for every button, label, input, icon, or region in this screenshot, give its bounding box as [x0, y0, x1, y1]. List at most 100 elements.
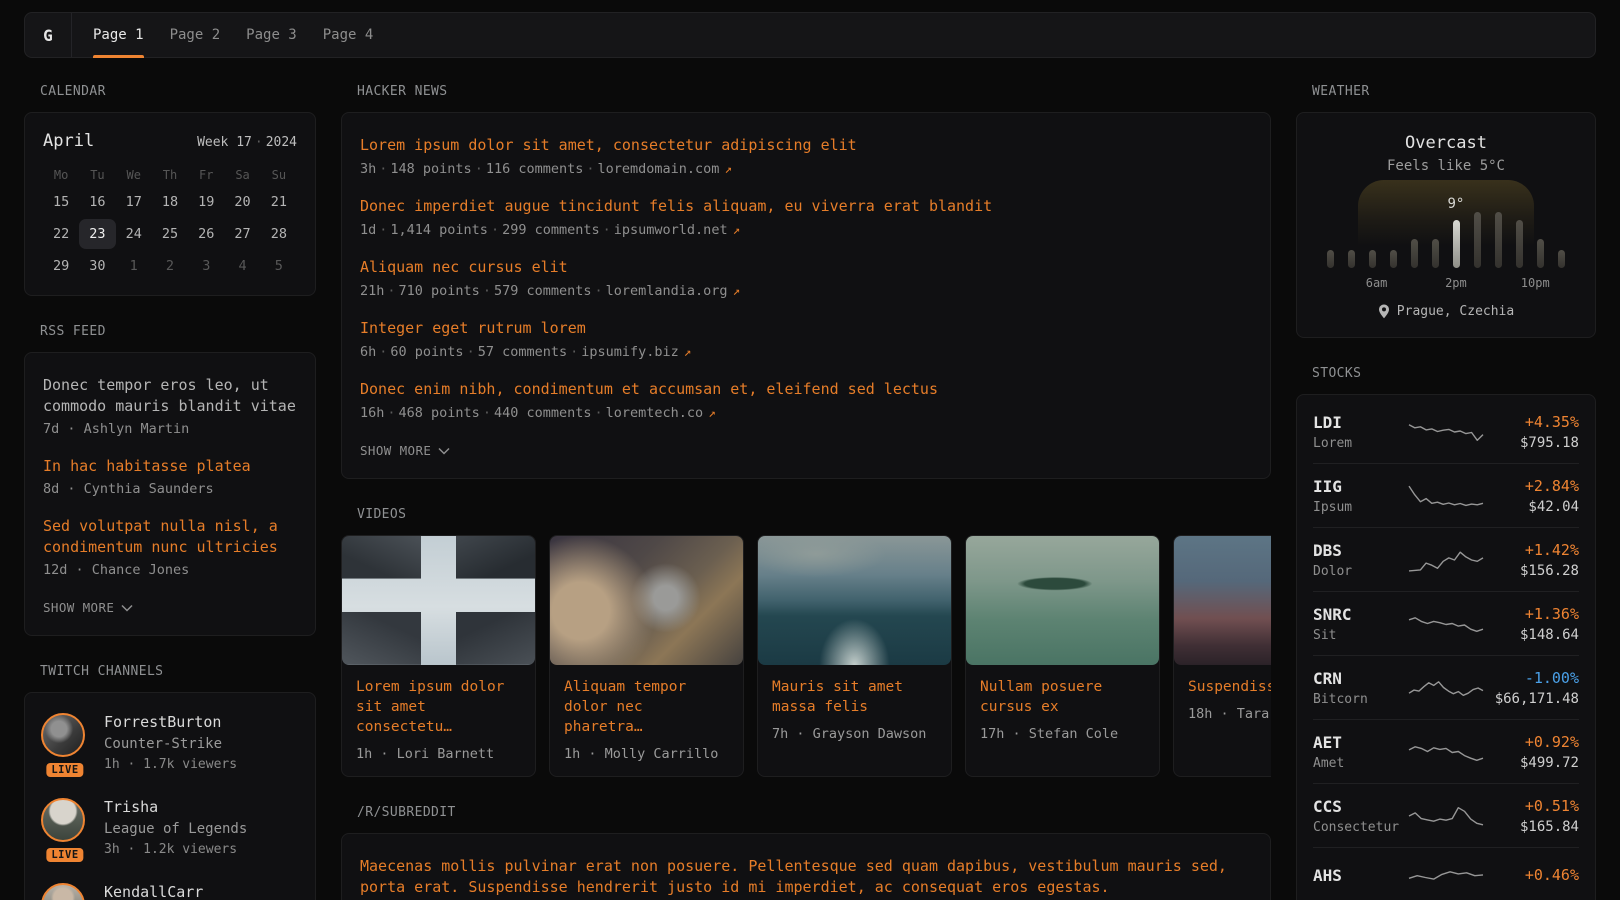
twitch-channel-row[interactable]: LIVEForrestBurtonCounter-Strike1h · 1.7k…: [41, 713, 299, 772]
weather-location-row: Prague, Czechia: [1317, 304, 1575, 319]
show-more-label: SHOW MORE: [360, 443, 431, 458]
tab-page-1[interactable]: Page 1: [80, 13, 157, 57]
post-title[interactable]: Donec enim nibh, condimentum et accumsan…: [360, 379, 1252, 400]
weather-bar: [1432, 239, 1439, 268]
video-card[interactable]: Aliquam tempor dolor nec pharetra… 1h · M…: [549, 535, 744, 777]
external-link-icon[interactable]: ↗: [733, 283, 741, 298]
video-title[interactable]: Lorem ipsum dolor sit amet consectetu…: [356, 677, 521, 737]
weather-section-title: WEATHER: [1296, 84, 1596, 99]
calendar-day: 27: [224, 219, 260, 249]
separator-dot: ·: [483, 283, 491, 299]
stock-row[interactable]: AHS+0.46%: [1313, 847, 1579, 900]
post-comments[interactable]: 116 comments: [486, 161, 584, 177]
external-link-icon[interactable]: ↗: [684, 344, 692, 359]
video-card[interactable]: Lorem ipsum dolor sit amet consectetu…1h…: [341, 535, 536, 777]
post-domain[interactable]: ipsumify.biz: [581, 344, 679, 360]
list-item: Integer eget rutrum lorem6h·60 points·57…: [360, 318, 1252, 362]
weather-bar: [1516, 220, 1523, 268]
stock-row[interactable]: IIGIpsum+2.84%$42.04: [1313, 463, 1579, 527]
post-meta: 21h·710 points·579 comments·loremlandia.…: [360, 281, 1252, 301]
post-title[interactable]: Donec imperdiet augue tincidunt felis al…: [360, 196, 1252, 217]
stock-row[interactable]: LDILorem+4.35%$795.18: [1313, 400, 1579, 463]
post-title[interactable]: Lorem ipsum dolor sit amet, consectetur …: [360, 135, 1252, 156]
stock-right: +0.92%$499.72: [1485, 733, 1579, 771]
video-title[interactable]: Suspendisse diam: [1188, 677, 1271, 697]
channel-meta: 1h · 1.7k viewers: [104, 757, 237, 772]
post-title[interactable]: Maecenas mollis pulvinar erat non posuer…: [360, 856, 1252, 898]
stock-ticker[interactable]: SNRC: [1313, 605, 1407, 624]
avatar[interactable]: [41, 713, 85, 757]
calendar-day: 15: [43, 187, 79, 217]
show-more-button[interactable]: SHOW MORE: [43, 600, 297, 615]
separator-dot: ·: [595, 283, 603, 299]
stock-ticker[interactable]: CRN: [1313, 669, 1407, 688]
post-domain[interactable]: ipsumworld.net: [614, 222, 728, 238]
tab-page-2[interactable]: Page 2: [157, 13, 234, 57]
channel-name[interactable]: ForrestBurton: [104, 713, 237, 731]
post-comments[interactable]: 299 comments: [502, 222, 600, 238]
video-meta: 1h · Molly Carrillo: [564, 746, 729, 762]
external-link-icon[interactable]: ↗: [733, 222, 741, 237]
weather-bar: [1369, 250, 1376, 268]
separator-dot: ·: [379, 161, 387, 177]
channel-name[interactable]: Trisha: [104, 798, 247, 816]
video-thumbnail-concrete-towers-sky-cross[interactable]: [342, 536, 535, 665]
stock-ticker[interactable]: LDI: [1313, 413, 1407, 432]
stock-sparkline: [1407, 416, 1485, 448]
stock-row[interactable]: AETAmet+0.92%$499.72: [1313, 719, 1579, 783]
video-thumbnail-boat-wake-on-sea[interactable]: [758, 536, 951, 665]
top-nav: G Page 1Page 2Page 3Page 4: [24, 12, 1596, 58]
channel-name[interactable]: KendallCarr: [104, 883, 203, 900]
video-title[interactable]: Aliquam tempor dolor nec pharetra…: [564, 677, 729, 737]
post-time: 21h: [360, 283, 384, 299]
video-card[interactable]: Nullam posuere cursus ex17h · Stefan Col…: [965, 535, 1160, 777]
video-thumbnail-figure-in-misty-field[interactable]: [1174, 536, 1271, 665]
separator-dot: ·: [387, 283, 395, 299]
video-card[interactable]: Suspendisse diam18h · Tara: [1173, 535, 1271, 777]
stock-ticker[interactable]: DBS: [1313, 541, 1407, 560]
stock-row[interactable]: SNRCSit+1.36%$148.64: [1313, 591, 1579, 655]
calendar-day: 18: [152, 187, 188, 217]
video-title[interactable]: Mauris sit amet massa felis: [772, 677, 937, 717]
rss-item-title[interactable]: Donec tempor eros leo, ut commodo mauris…: [43, 375, 297, 417]
channel-meta: 3h · 1.2k viewers: [104, 842, 247, 857]
stock-ticker[interactable]: IIG: [1313, 477, 1407, 496]
post-comments[interactable]: 57 comments: [478, 344, 567, 360]
stock-row[interactable]: CCSConsectetur+0.51%$165.84: [1313, 783, 1579, 847]
tab-page-4[interactable]: Page 4: [310, 13, 387, 57]
twitch-channel-row[interactable]: LIVETrishaLeague of Legends3h · 1.2k vie…: [41, 798, 299, 857]
video-thumbnail-two-people-canoe-fishing[interactable]: [966, 536, 1159, 665]
avatar[interactable]: [41, 798, 85, 842]
avatar[interactable]: [41, 883, 85, 900]
post-meta: 1d·1,414 points·299 comments·ipsumworld.…: [360, 220, 1252, 240]
post-comments[interactable]: 440 comments: [494, 405, 592, 421]
show-more-button[interactable]: SHOW MORE: [360, 443, 1252, 458]
calendar-day: 3: [188, 251, 224, 281]
stock-row[interactable]: CRNBitcorn-1.00%$66,171.48: [1313, 655, 1579, 719]
external-link-icon[interactable]: ↗: [724, 161, 732, 176]
stock-row[interactable]: DBSDolor+1.42%$156.28: [1313, 527, 1579, 591]
rss-item-title[interactable]: In hac habitasse platea: [43, 456, 297, 477]
post-title[interactable]: Aliquam nec cursus elit: [360, 257, 1252, 278]
stock-ticker[interactable]: AHS: [1313, 866, 1407, 885]
weekday-label: Fr: [188, 165, 224, 185]
video-title[interactable]: Nullam posuere cursus ex: [980, 677, 1145, 717]
weather-feels-like: Feels like 5°C: [1317, 158, 1575, 174]
post-comments[interactable]: 579 comments: [494, 283, 592, 299]
external-link-icon[interactable]: ↗: [708, 405, 716, 420]
post-domain[interactable]: loremlandia.org: [606, 283, 728, 299]
post-domain[interactable]: loremdomain.com: [598, 161, 720, 177]
twitch-channel-row[interactable]: KendallCarr: [41, 883, 299, 900]
stock-ticker[interactable]: CCS: [1313, 797, 1407, 816]
tab-page-3[interactable]: Page 3: [233, 13, 310, 57]
stock-ticker[interactable]: AET: [1313, 733, 1407, 752]
video-card[interactable]: Mauris sit amet massa felis7h · Grayson …: [757, 535, 952, 777]
separator-dot: ·: [570, 344, 578, 360]
app-logo[interactable]: G: [25, 13, 72, 57]
post-domain[interactable]: loremtech.co: [606, 405, 704, 421]
chevron-down-icon: [438, 447, 450, 455]
channel-info: TrishaLeague of Legends3h · 1.2k viewers: [104, 798, 247, 857]
rss-item-title[interactable]: Sed volutpat nulla nisl, a condimentum n…: [43, 516, 297, 558]
post-title[interactable]: Integer eget rutrum lorem: [360, 318, 1252, 339]
video-thumbnail-hands-holding-camera[interactable]: [550, 536, 743, 665]
